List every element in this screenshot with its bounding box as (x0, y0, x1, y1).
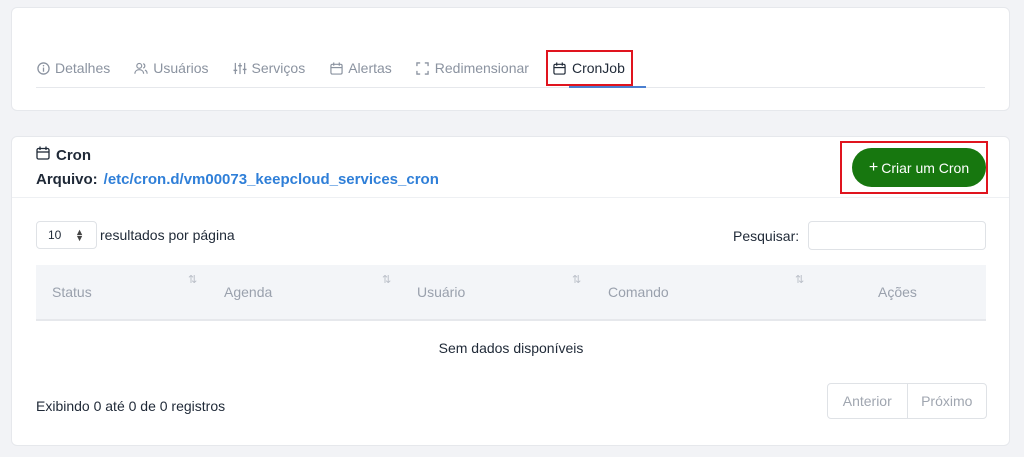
tabs-card: Detalhes Usuários Serviços Alertas Redim… (11, 7, 1010, 111)
pagination: Anterior Próximo (827, 383, 987, 419)
page-size-select[interactable]: 10 ▲ ▼ (36, 221, 97, 249)
tab-usuarios[interactable]: Usuários (134, 56, 209, 80)
table-info: Exibindo 0 até 0 de 0 registros (36, 398, 226, 414)
column-header-agenda[interactable]: Agenda ⇅ (224, 265, 404, 319)
sort-icon: ⇅ (572, 274, 582, 286)
sort-caret-icon: ▲ ▼ (75, 227, 84, 243)
plus-icon: + (868, 158, 879, 176)
calendar-icon (329, 61, 343, 75)
tab-label: Serviços (251, 60, 306, 76)
empty-table-message: Sem dados disponíveis (438, 340, 584, 356)
next-page-button[interactable]: Próximo (906, 384, 987, 418)
file-label: Arquivo: (36, 171, 98, 188)
tab-cronjob[interactable]: CronJob (545, 50, 633, 86)
column-header-usuario[interactable]: Usuário ⇅ (417, 265, 597, 319)
tab-label: CronJob (571, 60, 625, 76)
sort-icon: ⇅ (188, 274, 198, 286)
users-icon (134, 61, 148, 75)
tabs-divider (36, 87, 985, 88)
active-tab-indicator (569, 86, 646, 88)
sort-icon: ⇅ (382, 274, 392, 286)
table-header: Status ⇅ Agenda ⇅ Usuário ⇅ Comando ⇅ Aç… (36, 265, 986, 321)
tab-label: Redimensionar (434, 60, 529, 76)
tab-label: Alertas (348, 60, 392, 76)
tab-label: Detalhes (55, 60, 111, 76)
resize-icon (416, 61, 430, 75)
calendar-icon (36, 146, 50, 164)
cron-title-text: Cron (56, 146, 91, 164)
prev-page-button[interactable]: Anterior (828, 384, 907, 418)
file-path: /etc/cron.d/vm00073_keepcloud_services_c… (103, 171, 439, 188)
header-divider (12, 197, 1009, 198)
tab-bar: Detalhes Usuários Serviços Alertas Redim… (36, 50, 649, 86)
search-input[interactable] (808, 221, 986, 250)
info-circle-icon (36, 61, 50, 75)
per-page-label: resultados por página (100, 227, 235, 243)
create-cron-label: Criar um Cron (881, 159, 970, 176)
create-cron-button[interactable]: + Criar um Cron (852, 148, 986, 187)
calendar-icon (553, 61, 567, 75)
sliders-icon (233, 61, 247, 75)
search-label: Pesquisar: (733, 228, 800, 244)
column-header-acoes: Ações (878, 284, 917, 300)
tab-detalhes[interactable]: Detalhes (36, 56, 110, 80)
tab-alertas[interactable]: Alertas (329, 56, 392, 80)
sort-icon: ⇅ (795, 274, 805, 286)
tab-servicos[interactable]: Serviços (233, 56, 306, 80)
cron-card: Cron Arquivo: /etc/cron.d/vm00073_keepclo… (11, 136, 1010, 446)
column-header-comando[interactable]: Comando ⇅ (608, 265, 808, 319)
tab-redimensionar[interactable]: Redimensionar (416, 56, 529, 80)
file-line: Arquivo: /etc/cron.d/vm00073_keepcloud_se… (36, 171, 439, 188)
page-size-value: 10 (48, 228, 62, 242)
column-header-status[interactable]: Status ⇅ (52, 265, 232, 319)
cron-title: Cron (36, 146, 91, 164)
tab-label: Usuários (153, 60, 209, 76)
